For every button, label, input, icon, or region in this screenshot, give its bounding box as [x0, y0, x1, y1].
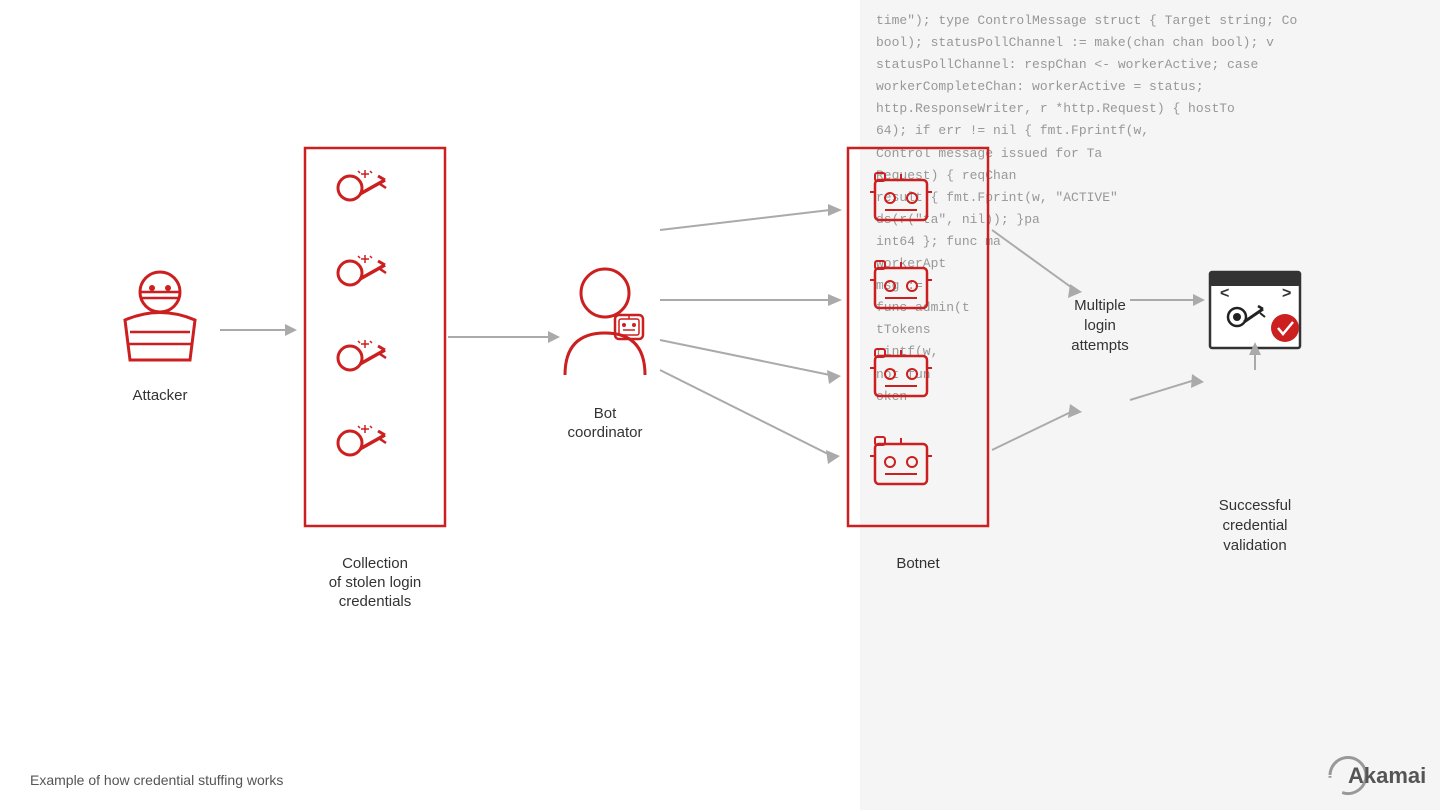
key-icon-3 — [338, 340, 386, 370]
akamai-logo: Akamai — [1330, 758, 1426, 794]
arrowhead-botnet-right2 — [1068, 404, 1082, 418]
svg-text:Akamai: Akamai — [1348, 763, 1426, 788]
arrow-bot-botnet4 — [660, 370, 830, 455]
credential-titlebar — [1210, 272, 1300, 286]
code-bracket-right: > — [1282, 285, 1291, 302]
key-icon-2 — [338, 255, 386, 285]
arrowhead-bot-botnet2 — [828, 294, 842, 306]
arrow-botnet-right2 — [992, 410, 1075, 450]
arrowhead-bot-botnet3 — [827, 370, 841, 384]
botnet-box — [848, 148, 988, 526]
robot-icon-2 — [870, 261, 932, 308]
arrow-botnet-right1 — [992, 230, 1075, 290]
check-circle — [1271, 314, 1299, 342]
arrow-bot-botnet1 — [660, 210, 830, 230]
successful-cred-label3: validation — [1223, 537, 1286, 554]
robot-icon-4 — [870, 437, 932, 484]
arrowhead-botnet-right1 — [1068, 284, 1082, 298]
multiple-login-label2: login — [1084, 317, 1116, 334]
arrow-login-cred2 — [1130, 380, 1195, 400]
arrow-bot-botnet3 — [660, 340, 830, 375]
successful-cred-label2: credential — [1222, 517, 1287, 534]
code-bracket-left: < — [1220, 285, 1229, 302]
arrowhead-bot-botnet1 — [828, 204, 842, 216]
successful-cred-label1: Successful — [1219, 497, 1292, 514]
collection-label-line3: credentials — [339, 593, 412, 610]
robot-icon-3 — [870, 349, 932, 396]
bot-coordinator-label2: coordinator — [567, 424, 642, 441]
arrowhead-login-cred2 — [1191, 374, 1204, 388]
multiple-login-label1: Multiple — [1074, 297, 1126, 314]
attacker-label: Attacker — [132, 387, 187, 404]
arrowhead-attacker-collection — [285, 324, 297, 336]
main-diagram: Attacker — [0, 0, 1440, 810]
key-icon-1 — [338, 170, 386, 200]
botnet-label: Botnet — [896, 555, 940, 572]
collection-label-line2: of stolen login — [329, 574, 422, 591]
arrowhead-bot-botnet4 — [826, 450, 840, 464]
footer-text: Example of how credential stuffing works — [30, 772, 283, 788]
key-icon-4 — [338, 425, 386, 455]
bot-coordinator-icon — [565, 269, 645, 375]
attacker-icon — [125, 272, 195, 360]
robot-icon-1 — [870, 173, 932, 220]
arrowhead-login-cred1 — [1193, 294, 1205, 306]
multiple-login-label3: attempts — [1071, 337, 1129, 354]
arrowhead-collection-bot — [548, 331, 560, 343]
bot-coordinator-label1: Bot — [594, 405, 617, 422]
collection-label-line1: Collection — [342, 555, 408, 572]
collection-box — [305, 148, 445, 526]
